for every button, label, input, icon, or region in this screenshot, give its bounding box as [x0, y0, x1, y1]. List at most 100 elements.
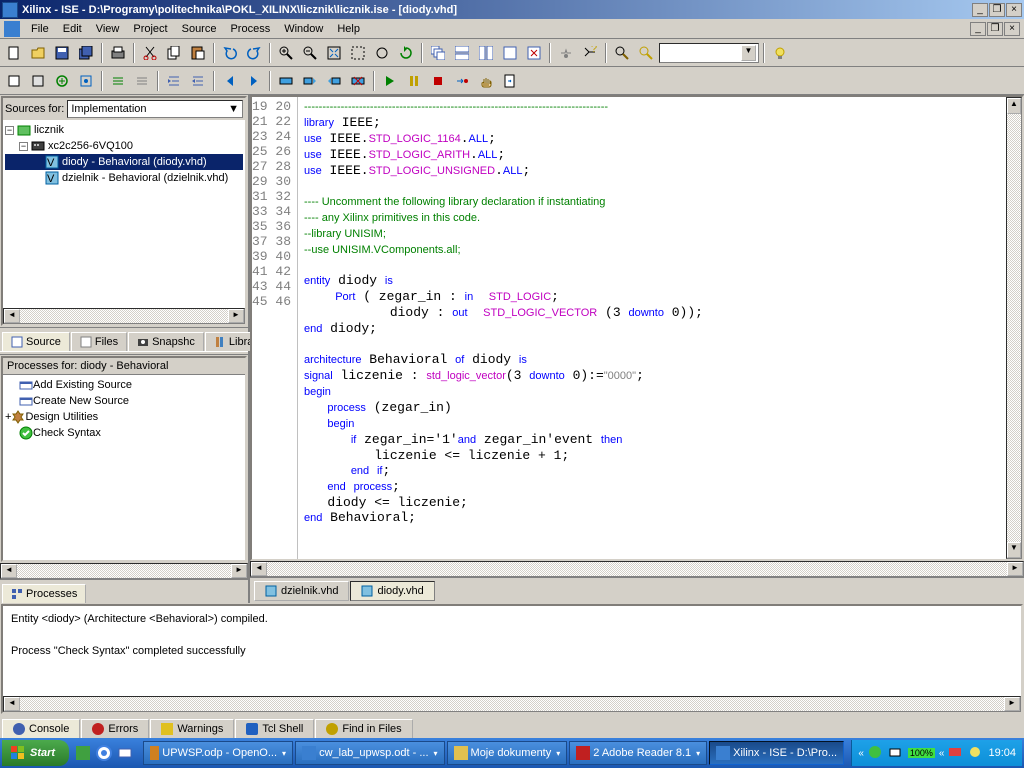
tree-chip[interactable]: xc2c256-6VQ100	[48, 140, 133, 152]
tb2-3[interactable]	[51, 70, 73, 92]
tray-icon-4[interactable]	[968, 745, 984, 761]
refresh-button[interactable]	[395, 42, 417, 64]
menu-window[interactable]: Window	[277, 21, 330, 37]
mdi-close-button[interactable]: ×	[1004, 22, 1020, 36]
menu-view[interactable]: View	[89, 21, 127, 37]
step-button[interactable]	[451, 70, 473, 92]
mdi-restore-button[interactable]: ❐	[987, 22, 1003, 36]
menu-file[interactable]: File	[24, 21, 56, 37]
menu-process[interactable]: Process	[223, 21, 277, 37]
system-tray[interactable]: « 100% « 19:04	[851, 740, 1022, 766]
prev-button[interactable]	[219, 70, 241, 92]
zoom-area-button[interactable]	[347, 42, 369, 64]
processes-tree[interactable]: Add Existing Source Create New Source +D…	[3, 375, 245, 443]
taskbar-task[interactable]: cw_lab_upwsp.odt - ...▾	[295, 741, 444, 765]
undo-button[interactable]	[219, 42, 241, 64]
run-button[interactable]	[379, 70, 401, 92]
pause-button[interactable]	[403, 70, 425, 92]
zoom-in-button[interactable]	[275, 42, 297, 64]
tree-file-selected[interactable]: diody - Behavioral (diody.vhd)	[62, 156, 207, 168]
stop-button[interactable]	[427, 70, 449, 92]
cascade-button[interactable]	[427, 42, 449, 64]
menu-project[interactable]: Project	[126, 21, 174, 37]
tb2-1[interactable]	[3, 70, 25, 92]
copy-button[interactable]	[163, 42, 185, 64]
zoom-fit-button[interactable]	[323, 42, 345, 64]
ql-1[interactable]	[73, 742, 93, 764]
save-button[interactable]	[51, 42, 73, 64]
zoom-out-button[interactable]	[299, 42, 321, 64]
editor-tab-diody[interactable]: diody.vhd	[350, 581, 434, 601]
tree-file-2[interactable]: dzielnik - Behavioral (dzielnik.vhd)	[62, 172, 228, 184]
find-files-button[interactable]	[635, 42, 657, 64]
taskbar-task[interactable]: Xilinx - ISE - D:\Pro...	[709, 741, 844, 765]
menu-edit[interactable]: Edit	[56, 21, 89, 37]
proc-create[interactable]: Create New Source	[33, 395, 129, 407]
zoom-100-button[interactable]	[371, 42, 393, 64]
bookmark-prev-button[interactable]	[323, 70, 345, 92]
console-output[interactable]: Entity <diody> (Architecture <Behavioral…	[3, 606, 1021, 696]
tree-root[interactable]: licznik	[34, 124, 64, 136]
sources-combo[interactable]: Implementation▼	[67, 100, 243, 118]
proc-add[interactable]: Add Existing Source	[33, 379, 132, 391]
start-button[interactable]: Start	[2, 740, 69, 766]
proc-design[interactable]: Design Utilities	[25, 411, 98, 423]
tab-processes[interactable]: Processes	[2, 584, 86, 603]
goto-button[interactable]	[499, 70, 521, 92]
taskbar-task[interactable]: Moje dokumenty▾	[447, 741, 568, 765]
code-editor[interactable]: ----------------------------------------…	[298, 97, 1006, 559]
ctab-warnings[interactable]: Warnings	[150, 719, 234, 739]
hand-button[interactable]	[475, 70, 497, 92]
tab-snapshots[interactable]: Snapshc	[128, 332, 204, 351]
editor-vscrollbar[interactable]: ▲▼	[1006, 97, 1022, 559]
redo-button[interactable]	[243, 42, 265, 64]
bookmark-button[interactable]	[275, 70, 297, 92]
tb2-2[interactable]	[27, 70, 49, 92]
tile-h-button[interactable]	[451, 42, 473, 64]
ctab-console[interactable]: Console	[2, 719, 80, 739]
bulb-button[interactable]	[769, 42, 791, 64]
comment-button[interactable]	[107, 70, 129, 92]
close-outer-button[interactable]: ×	[1006, 3, 1022, 17]
outdent-button[interactable]	[187, 70, 209, 92]
help-button[interactable]: ?	[579, 42, 601, 64]
tab-source[interactable]: Source	[2, 332, 70, 351]
uncomment-button[interactable]	[131, 70, 153, 92]
taskbar-task[interactable]: UPWSP.odp - OpenO...▾	[143, 741, 293, 765]
menu-source[interactable]: Source	[175, 21, 224, 37]
mdi-minimize-button[interactable]: _	[970, 22, 986, 36]
tb2-4[interactable]	[75, 70, 97, 92]
settings-button[interactable]	[555, 42, 577, 64]
sources-scrollbar[interactable]: ◄►	[3, 308, 245, 324]
sources-tree[interactable]: −licznik −xc2c256-6VQ100 ·Vdiody - Behav…	[3, 120, 245, 308]
bookmark-next-button[interactable]	[299, 70, 321, 92]
ctab-find[interactable]: Find in Files	[315, 719, 412, 739]
find-button[interactable]	[611, 42, 633, 64]
tab-files[interactable]: Files	[71, 332, 127, 351]
proc-check[interactable]: Check Syntax	[33, 427, 101, 439]
tray-icon-2[interactable]	[888, 745, 904, 761]
taskbar-task[interactable]: 2 Adobe Reader 8.1▾	[569, 741, 707, 765]
find-combo[interactable]: ▼	[659, 43, 759, 63]
maximize-button[interactable]	[499, 42, 521, 64]
next-button[interactable]	[243, 70, 265, 92]
processes-scrollbar[interactable]: ◄►	[0, 563, 248, 579]
ql-3[interactable]	[115, 742, 135, 764]
minimize-outer-button[interactable]: _	[972, 3, 988, 17]
tray-icon-3[interactable]	[948, 745, 964, 761]
new-button[interactable]	[3, 42, 25, 64]
paste-button[interactable]	[187, 42, 209, 64]
print-button[interactable]	[107, 42, 129, 64]
open-button[interactable]	[27, 42, 49, 64]
close-all-button[interactable]	[523, 42, 545, 64]
tray-clock[interactable]: 19:04	[988, 747, 1016, 759]
ctab-errors[interactable]: Errors	[81, 719, 149, 739]
ctab-tcl[interactable]: Tcl Shell	[235, 719, 314, 739]
save-all-button[interactable]	[75, 42, 97, 64]
restore-outer-button[interactable]: ❐	[989, 3, 1005, 17]
indent-button[interactable]	[163, 70, 185, 92]
ql-2[interactable]	[94, 742, 114, 764]
tile-v-button[interactable]	[475, 42, 497, 64]
tray-icon-1[interactable]	[868, 745, 884, 761]
editor-tab-dzielnik[interactable]: dzielnik.vhd	[254, 581, 349, 601]
